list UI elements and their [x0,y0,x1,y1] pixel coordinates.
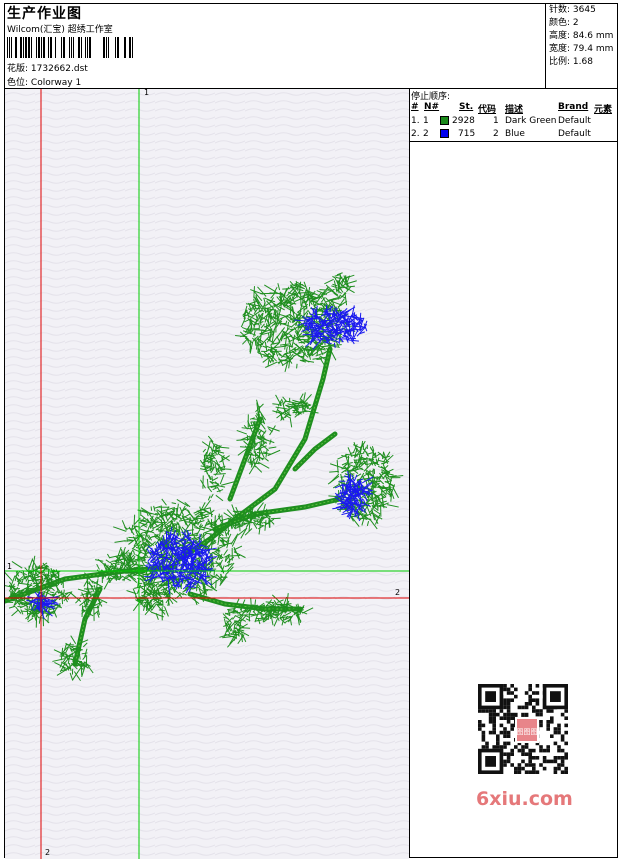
stat-value: 79.4 mm [572,44,614,54]
guide-label-green-v: 1 [144,89,150,97]
embroidery-preview [5,89,409,859]
design-value: 1732662.dst [30,64,88,74]
stoplist-divider [409,141,618,142]
svg-text:图图图: 图图图 [517,728,538,736]
row-code: 1 [493,116,499,126]
design-canvas[interactable]: 1 1 2 2 [5,89,409,859]
stats-divider [545,3,546,88]
stat-height: 高度: 84.6 mm [549,30,613,43]
row-description: Dark Green [505,116,557,126]
guide-label-green-h: 1 [7,562,13,571]
col-header-number: N# [424,102,440,112]
row-stitches: 715 [458,129,476,139]
color-swatch [440,129,449,138]
stat-value: 3645 [572,5,596,15]
design-label: 花版: [7,64,29,74]
canvas-divider [409,88,410,858]
row-brand: Default [558,129,591,139]
row-index: 2. [411,129,420,139]
stat-label: 针数: [549,5,571,15]
col-header-description: 描述 [505,105,524,115]
stat-stitches: 针数: 3645 [549,4,596,17]
design-file: 花版: 1732662.dst [7,61,88,74]
qr-code-image: 图图图 [470,680,584,780]
stat-label: 高度: [549,31,571,41]
stat-width: 宽度: 79.4 mm [549,43,613,56]
stat-label: 宽度: [549,44,571,54]
guide-label-red-h: 2 [395,588,401,597]
stat-value: 1.68 [572,57,593,67]
stat-value: 2 [572,18,579,28]
barcode-image [7,37,133,58]
colorway: 色位: Colorway 1 [7,75,81,88]
col-header-index: # [411,102,419,112]
stat-label: 比例: [549,57,571,67]
row-brand: Default [558,116,591,126]
row-index: 1. [411,116,420,126]
stat-value: 84.6 mm [572,31,614,41]
colorway-label: 色位: [7,78,29,88]
stat-label: 颜色: [549,18,571,28]
col-header-stitches: St. [459,102,474,112]
stop-sequence-title: 停止顺序: [411,92,451,102]
row-number: 1 [423,116,429,126]
row-number: 2 [423,129,429,139]
row-stitches: 2928 [452,116,475,126]
row-code: 2 [493,129,499,139]
guide-label-red-v: 2 [45,848,51,857]
color-swatch [440,116,449,125]
col-header-code: 代码 [478,105,497,115]
stat-scale: 比例: 1.68 [549,56,593,69]
col-header-element: 元素 [594,105,613,115]
row-description: Blue [505,129,525,139]
watermark-text: 6xiu.com [476,788,573,810]
stat-colors: 颜色: 2 [549,17,579,30]
page-title: 生产作业图 [7,6,82,22]
col-header-brand: Brand [558,102,589,112]
colorway-value: Colorway 1 [30,78,82,88]
company-name: Wilcom(汇宝) 超绣工作室 [7,25,113,35]
